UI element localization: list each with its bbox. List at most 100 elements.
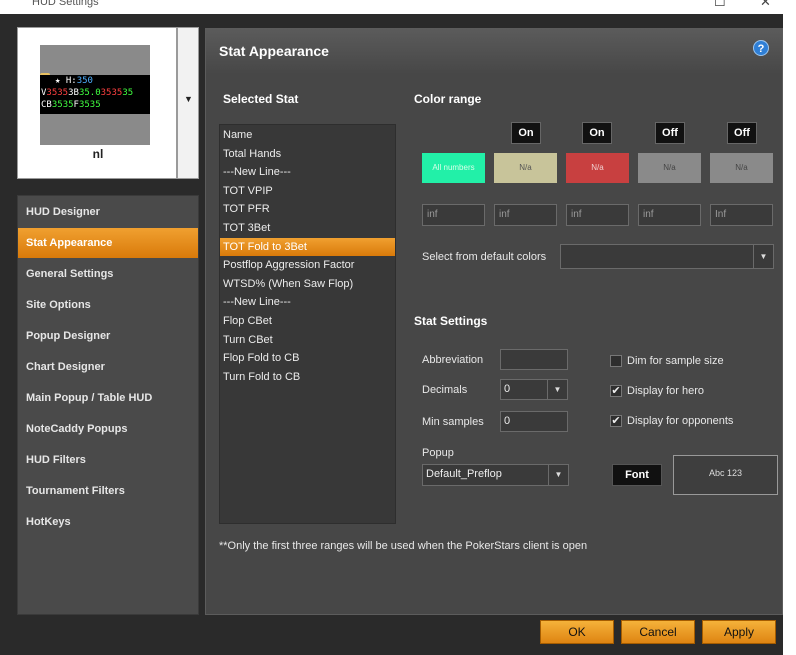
- display-hero-checkbox[interactable]: ✔: [610, 385, 622, 397]
- sidebar-item-general-settings[interactable]: General Settings: [18, 259, 198, 289]
- stat-list-item[interactable]: Flop Fold to CB: [220, 349, 395, 367]
- hud-stat-value: 35.0: [78, 88, 101, 98]
- close-icon[interactable]: ✕: [760, 0, 771, 10]
- hud-stat-value: 35: [111, 88, 123, 98]
- hud-stat-value: ★: [55, 76, 66, 86]
- ok-button[interactable]: OK: [540, 620, 614, 644]
- background-window-edge: [783, 14, 796, 655]
- hud-stat-value: 35: [89, 100, 101, 110]
- hud-stat-value: 35: [78, 100, 90, 110]
- sidebar-item-site-options[interactable]: Site Options: [18, 290, 198, 320]
- hud-line-3: CB3535F3535: [41, 99, 150, 111]
- sidebar: HUD Designer Stat Appearance General Setti…: [17, 195, 199, 615]
- stat-settings-label: Stat Settings: [414, 314, 488, 328]
- sidebar-item-hotkeys[interactable]: HotKeys: [18, 507, 198, 537]
- stat-list-item[interactable]: Flop CBet: [220, 312, 395, 330]
- stat-list-item[interactable]: TOT PFR: [220, 200, 395, 218]
- hud-stat-value: 35: [100, 88, 112, 98]
- popup-select[interactable]: Default_Preflop ▼: [422, 464, 569, 486]
- stat-list-item[interactable]: WTSD% (When Saw Flop): [220, 275, 395, 293]
- window-title: HUD Settings: [32, 0, 99, 8]
- sidebar-item-popup-designer[interactable]: Popup Designer: [18, 321, 198, 351]
- stat-list-item[interactable]: Total Hands: [220, 145, 395, 163]
- sidebar-item-main-popup-table-hud[interactable]: Main Popup / Table HUD: [18, 383, 198, 413]
- preview-dropdown-button[interactable]: ▼: [177, 27, 199, 179]
- maximize-icon[interactable]: ☐: [714, 0, 726, 10]
- hud-stat-value: 35: [46, 88, 58, 98]
- display-hero-label: Display for hero: [627, 385, 705, 397]
- hud-sample: ★ H:350 V35353B35.0353535 CB3535F3535: [40, 75, 150, 114]
- popup-value: Default_Preflop: [426, 468, 502, 480]
- decimals-select[interactable]: 0 ▼: [500, 379, 568, 400]
- default-colors-label: Select from default colors: [422, 251, 547, 263]
- range-1-toggle[interactable]: On: [511, 122, 541, 144]
- hud-line-2: V35353B35.0353535: [41, 87, 150, 99]
- stat-list-item[interactable]: Name: [220, 126, 395, 144]
- hud-stat-value: 35: [57, 88, 69, 98]
- hud-line-1: ★ H:350: [41, 75, 150, 87]
- hud-stat-value: CB: [41, 100, 52, 110]
- font-sample: Abc 123: [673, 455, 778, 495]
- hud-stat-value: 3B: [68, 88, 79, 98]
- dim-sample-label: Dim for sample size: [627, 355, 724, 367]
- stat-list-item[interactable]: Postflop Aggression Factor: [220, 256, 395, 274]
- font-button[interactable]: Font: [612, 464, 662, 486]
- panel-header: Stat Appearance ?: [206, 29, 782, 74]
- stat-list-item[interactable]: TOT VPIP: [220, 182, 395, 200]
- popup-label: Popup: [422, 447, 454, 459]
- abbreviation-input[interactable]: [500, 349, 568, 370]
- sidebar-item-tournament-filters[interactable]: Tournament Filters: [18, 476, 198, 506]
- hud-stat-value: H:: [65, 76, 77, 86]
- title-bar: HUD Settings ☐ ✕: [0, 0, 796, 14]
- stat-list-item[interactable]: TOT Fold to 3Bet: [220, 237, 395, 256]
- preview-name: nl: [92, 147, 104, 161]
- sidebar-item-chart-designer[interactable]: Chart Designer: [18, 352, 198, 382]
- help-icon[interactable]: ?: [753, 40, 769, 56]
- dim-sample-checkbox[interactable]: [610, 355, 622, 367]
- sidebar-item-hud-filters[interactable]: HUD Filters: [18, 445, 198, 475]
- range-input-2[interactable]: inf: [494, 204, 557, 226]
- range-input-4[interactable]: inf: [638, 204, 701, 226]
- chevron-down-icon: ▼: [548, 465, 568, 485]
- cancel-button[interactable]: Cancel: [621, 620, 695, 644]
- display-opponents-checkbox[interactable]: ✔: [610, 415, 622, 427]
- color-swatch-5[interactable]: N/a: [710, 153, 773, 183]
- hud-stat-value: 35: [62, 100, 74, 110]
- sidebar-item-hud-designer[interactable]: HUD Designer: [18, 197, 198, 227]
- range-2-toggle[interactable]: On: [582, 122, 612, 144]
- range-input-1[interactable]: inf: [422, 204, 485, 226]
- hud-stat-value: 350: [76, 76, 93, 86]
- range-3-toggle[interactable]: Off: [655, 122, 685, 144]
- apply-button[interactable]: Apply: [702, 620, 776, 644]
- stat-appearance-panel: Stat Appearance ? Selected Stat Name Tota…: [205, 28, 783, 615]
- pokerstars-note: **Only the first three ranges will be us…: [219, 540, 588, 552]
- min-samples-label: Min samples: [422, 416, 484, 428]
- color-range-label: Color range: [414, 92, 482, 106]
- stat-list[interactable]: Name Total Hands ---New Line--- TOT VPIP TOT…: [219, 124, 396, 524]
- chevron-down-icon: ▼: [753, 245, 773, 268]
- color-swatch-4[interactable]: N/a: [638, 153, 701, 183]
- stat-list-item[interactable]: ---New Line---: [220, 293, 395, 311]
- stat-list-item[interactable]: ---New Line---: [220, 163, 395, 181]
- range-input-3[interactable]: inf: [566, 204, 629, 226]
- sidebar-item-notecaddy-popups[interactable]: NoteCaddy Popups: [18, 414, 198, 444]
- hud-preview[interactable]: ★ H:350 V35353B35.0353535 CB3535F3535 nl: [17, 27, 177, 179]
- stat-list-item[interactable]: Turn Fold to CB: [220, 368, 395, 386]
- preview-table-image: ★ H:350 V35353B35.0353535 CB3535F3535: [40, 45, 150, 145]
- panel-title: Stat Appearance: [219, 43, 329, 59]
- sidebar-item-stat-appearance[interactable]: Stat Appearance: [18, 228, 198, 258]
- color-swatch-3[interactable]: N/a: [566, 153, 629, 183]
- display-opponents-label: Display for opponents: [627, 415, 734, 427]
- stat-list-item[interactable]: TOT 3Bet: [220, 219, 395, 237]
- range-input-5[interactable]: Inf: [710, 204, 773, 226]
- range-4-toggle[interactable]: Off: [727, 122, 757, 144]
- hud-stat-value: 35: [51, 100, 63, 110]
- stat-list-item[interactable]: Turn CBet: [220, 331, 395, 349]
- color-swatch-1[interactable]: All numbers: [422, 153, 485, 183]
- decimals-label: Decimals: [422, 384, 468, 396]
- chevron-down-icon: ▼: [547, 380, 567, 399]
- default-colors-select[interactable]: ▼: [560, 244, 774, 269]
- abbreviation-label: Abbreviation: [422, 354, 484, 366]
- min-samples-input[interactable]: 0: [500, 411, 568, 432]
- color-swatch-2[interactable]: N/a: [494, 153, 557, 183]
